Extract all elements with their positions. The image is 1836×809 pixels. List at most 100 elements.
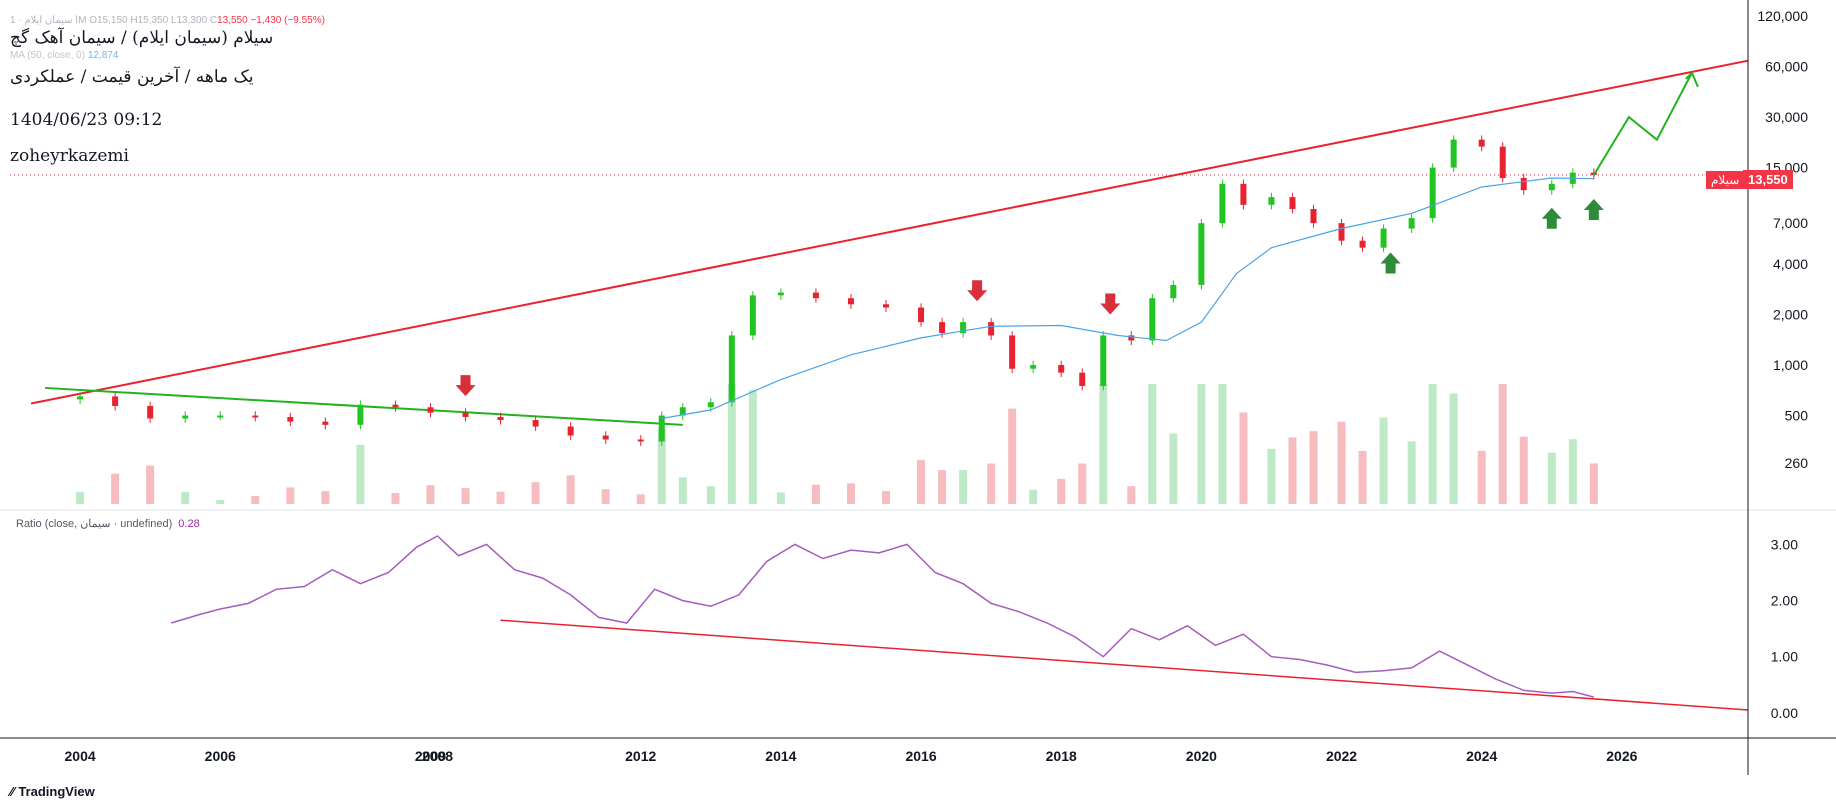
price-tick-label: 500 [1785, 408, 1809, 424]
volume-bar [356, 444, 365, 504]
candle-body [1478, 139, 1485, 147]
candle-body [1100, 335, 1107, 386]
candle-body [812, 292, 819, 299]
axes: 120,00060,00030,00015,0007,0004,0002,000… [0, 0, 1836, 775]
volume-bar [531, 482, 540, 504]
down-arrow-icon [967, 280, 988, 302]
ratio-line [170, 535, 1594, 698]
ohlc-close: 13,550 −1,430 (−9.55%) [217, 15, 325, 26]
candle-body [357, 404, 364, 425]
symbol-badge: سیلام [1706, 171, 1745, 189]
last-price-badge: 13,550 [1743, 170, 1793, 189]
volume-bar [1169, 433, 1178, 504]
volume-bar [748, 389, 757, 504]
candle-body [1219, 183, 1226, 224]
ratio-legend: Ratio (close, سیمان · undefined) 0.28 [16, 517, 200, 530]
price-tick-label: 60,000 [1765, 59, 1808, 75]
volume-bar [1267, 448, 1276, 504]
time-tick-label: 2006 [205, 748, 236, 764]
volume-bar [1589, 463, 1598, 504]
ratio-pane [170, 535, 1749, 711]
candle-body [1058, 364, 1065, 373]
volume-bar [678, 477, 687, 504]
candle-body [1240, 183, 1247, 205]
candle-body [252, 415, 259, 418]
ma-value: 12,874 [87, 50, 119, 61]
candle-body [1079, 372, 1086, 386]
volume-bar [938, 470, 947, 504]
chart-author: zoheyrkazemi [10, 146, 129, 166]
chart-datetime: 1404/06/23 09:12 [10, 110, 163, 130]
up-arrow-icon [1380, 252, 1401, 274]
candle-body [287, 416, 294, 422]
candle-body [1149, 298, 1156, 341]
volume-bar [251, 495, 260, 504]
tv-mark-icon: ⁄⁄ [10, 784, 15, 799]
candle-body [462, 412, 469, 417]
chart-title: سیلام (سیمان ایلام) / سیمان آهک گچ [10, 28, 274, 48]
up-arrow-icon [1541, 207, 1562, 229]
volume-bar [1148, 384, 1157, 504]
ratio-trendline [500, 619, 1749, 711]
volume-bar [286, 487, 295, 504]
candle-body [217, 415, 224, 418]
volume-bar [1477, 450, 1486, 504]
candle-body [322, 421, 329, 425]
candle-body [427, 407, 434, 413]
candle-body [182, 415, 189, 419]
price-tick-label: 1,000 [1773, 357, 1808, 373]
volume-bar [321, 491, 330, 504]
volume-bar [181, 491, 190, 504]
volume-bar [1309, 431, 1318, 504]
volume-bar [1337, 421, 1346, 504]
price-tick-label: 30,000 [1765, 109, 1808, 125]
ratio-tick-label: 3.00 [1771, 536, 1798, 552]
candle-body [1499, 146, 1506, 179]
chart-canvas: 120,00060,00030,00015,0007,0004,0002,000… [0, 0, 1836, 775]
volume-bar [1078, 463, 1087, 504]
volume-bar [1008, 408, 1017, 504]
red-trendline [30, 59, 1749, 405]
ma-legend: MA (50, close, 0) 12,874 [10, 50, 118, 61]
time-tick-label: 2012 [625, 748, 656, 764]
tradingview-logo[interactable]: ⁄⁄ TradingView [10, 784, 95, 799]
ma-line [661, 177, 1594, 420]
candle-body [728, 335, 735, 403]
candle-body [1450, 139, 1457, 168]
candle-body [1520, 178, 1527, 191]
volume-bar [706, 486, 715, 504]
candle-body [1198, 223, 1205, 285]
down-arrow-icon [455, 375, 476, 397]
volume-bar [216, 500, 225, 504]
volume-bar [1428, 384, 1437, 504]
volume-bar [1218, 384, 1227, 504]
ohlc-values: O15,150 H15,350 L13,300 C [89, 15, 218, 26]
volume-bar [776, 492, 785, 504]
volume-bar [1498, 384, 1507, 504]
volume-bar [846, 483, 855, 504]
candle-body [1380, 228, 1387, 248]
ratio-tick-label: 1.00 [1771, 649, 1798, 665]
candle-body [532, 420, 539, 427]
volume-bar [426, 485, 435, 504]
time-tick-label: 2004 [65, 748, 96, 764]
volume-bar [1547, 452, 1556, 504]
time-tick-label: 2009 [415, 748, 446, 764]
up-arrow-icon [1583, 198, 1604, 220]
candle-body [1289, 197, 1296, 209]
volume-bar [1057, 478, 1066, 504]
volume-bar [496, 491, 505, 504]
volume-bar [1358, 450, 1367, 504]
candle-body [847, 298, 854, 305]
volume-bar [146, 465, 155, 504]
candle-body [637, 439, 644, 442]
candle-body [1338, 223, 1345, 241]
volume-bar [76, 491, 85, 504]
candle-body [1429, 167, 1436, 219]
grid [0, 174, 1836, 511]
ohlc-readout: ا سیمان ایلام · 1M O15,150 H15,350 L13,3… [10, 15, 325, 26]
down-arrow-icon [1100, 293, 1121, 315]
volume-bar [1239, 412, 1248, 504]
candlestick-series [77, 135, 1597, 447]
candle-body [1359, 240, 1366, 248]
